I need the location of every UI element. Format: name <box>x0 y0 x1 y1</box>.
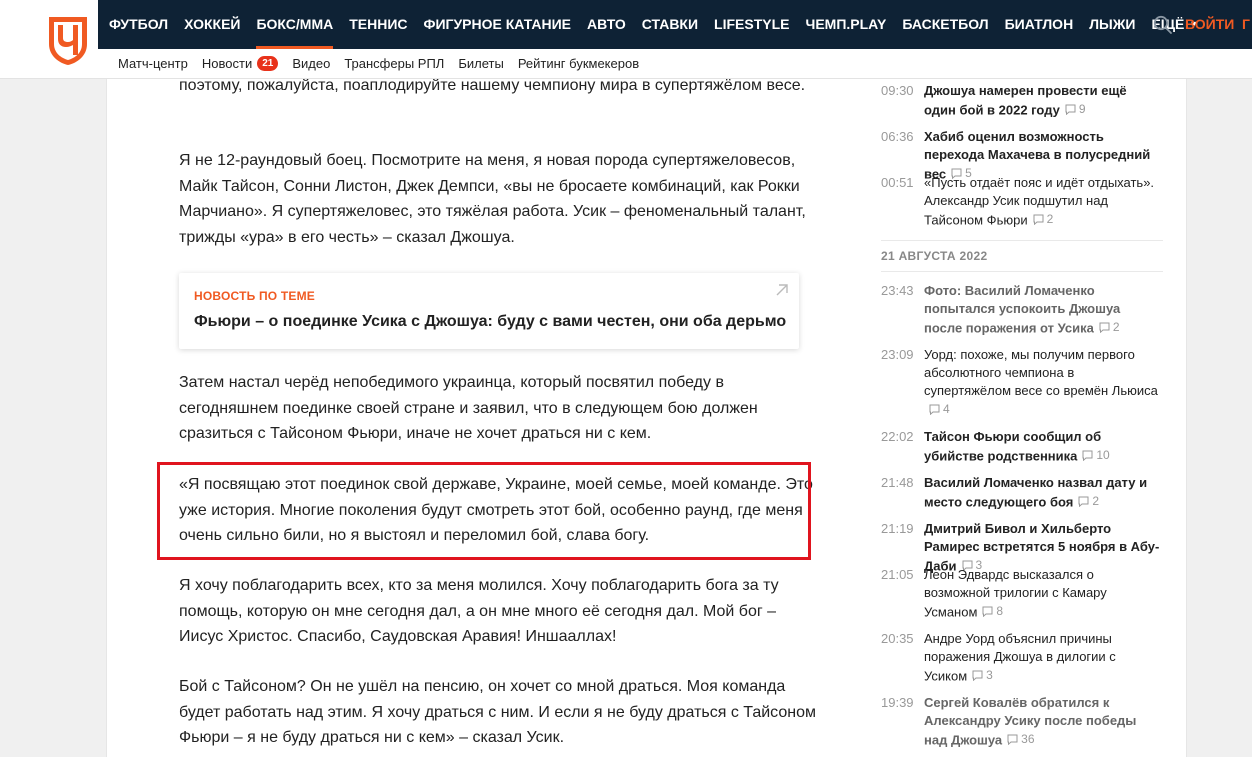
news-title[interactable]: Андре Уорд объяснил причины поражения Дж… <box>924 630 1162 686</box>
news-title[interactable]: Тайсон Фьюри сообщил об убийстве родстве… <box>924 428 1162 466</box>
divider <box>881 240 1163 241</box>
divider <box>881 271 1163 272</box>
related-news-title[interactable]: Фьюри – о поединке Усика с Джошуа: буду … <box>194 313 786 331</box>
news-title-text: Василий Ломаченко назвал дату и место сл… <box>924 475 1148 510</box>
nav-football[interactable]: ФУТБОЛ <box>109 0 168 49</box>
news-title[interactable]: Леон Эдвардс высказался о возможной трил… <box>924 566 1162 622</box>
comment-count-value: 9 <box>1078 102 1086 116</box>
comment-icon <box>1099 322 1110 333</box>
subnav-match-center[interactable]: Матч-центр <box>118 56 188 71</box>
nav-champ-play[interactable]: ЧЕМП.PLAY <box>806 0 887 49</box>
related-news-card[interactable]: НОВОСТЬ ПО ТЕМЕ Фьюри – о поединке Усика… <box>179 273 799 349</box>
comment-count-value: 36 <box>1021 732 1035 746</box>
subnav-news-label: Новости <box>201 55 253 71</box>
nav-lifestyle[interactable]: LIFESTYLE <box>714 0 789 49</box>
subnav-tickets[interactable]: Билеты <box>458 56 503 71</box>
news-title-text: Фото: Василий Ломаченко попытался успоко… <box>924 283 1121 336</box>
news-time: 19:39 <box>881 695 914 710</box>
comment-icon <box>1078 496 1089 507</box>
site-header: ФУТБОЛ ХОККЕЙ БОКС/ММА ТЕННИС ФИГУРНОЕ К… <box>0 0 1252 79</box>
main-nav: ФУТБОЛ ХОККЕЙ БОКС/ММА ТЕННИС ФИГУРНОЕ К… <box>98 0 1252 49</box>
news-time: 00:51 <box>881 175 914 190</box>
comment-icon <box>1082 450 1093 461</box>
nav-tennis[interactable]: ТЕННИС <box>349 0 407 49</box>
news-time: 21:19 <box>881 521 914 536</box>
comment-count[interactable]: 9 <box>1065 100 1086 118</box>
comment-count-value: 2 <box>1092 494 1100 508</box>
comment-count-value: 10 <box>1096 448 1110 462</box>
related-news-label: НОВОСТЬ ПО ТЕМЕ <box>194 289 315 303</box>
news-title[interactable]: Уорд: похоже, мы получим первого абсолют… <box>924 346 1162 420</box>
news-title[interactable]: Сергей Ковалёв обратился к Александру Ус… <box>924 694 1162 750</box>
nav-auto[interactable]: АВТО <box>587 0 626 49</box>
comment-icon <box>1007 734 1018 745</box>
comment-count[interactable]: 2 <box>1033 210 1054 228</box>
article-paragraph: Бой с Тайсоном? Он не ушёл на пенсию, он… <box>179 678 816 746</box>
news-time: 22:02 <box>881 429 914 444</box>
comment-count[interactable]: 8 <box>982 602 1003 620</box>
login-button[interactable]: ВОЙТИ <box>1185 0 1234 49</box>
news-time: 21:48 <box>881 475 914 490</box>
comment-count-value: 2 <box>1112 320 1120 334</box>
news-time: 09:30 <box>881 83 914 98</box>
comment-count[interactable]: 36 <box>1007 730 1035 748</box>
comment-icon <box>982 606 993 617</box>
news-time: 23:09 <box>881 347 914 362</box>
external-arrow-icon <box>776 284 788 296</box>
content-card: поэтому, пожалуйста, поаплодируйте нашем… <box>106 79 1187 757</box>
article-paragraph: Я хочу поблагодарить всех, кто за меня м… <box>179 577 779 645</box>
comment-count[interactable]: 10 <box>1082 446 1110 464</box>
nav-hockey[interactable]: ХОККЕЙ <box>184 0 240 49</box>
comment-count-value: 3 <box>986 668 993 682</box>
comment-icon <box>972 670 983 681</box>
news-feed-sidebar: 21 АВГУСТА 2022 09:30 Джошуа намерен пров… <box>881 79 1163 757</box>
sub-nav: Матч-центр Новости 21 Видео Трансферы РПЛ… <box>118 52 653 74</box>
article-paragraph: Затем настал черёд непобедимого украинца… <box>179 374 758 442</box>
nav-boxing-mma[interactable]: БОКС/ММА <box>256 0 333 49</box>
news-title[interactable]: Джошуа намерен провести ещё один бой в 2… <box>924 82 1162 120</box>
nav-ski[interactable]: ЛЫЖИ <box>1089 0 1135 49</box>
news-title[interactable]: «Пусть отдаёт пояс и идёт отдыхать». Але… <box>924 174 1162 230</box>
comment-icon <box>929 404 940 415</box>
news-time: 23:43 <box>881 283 914 298</box>
nav-biathlon[interactable]: БИАТЛОН <box>1005 0 1074 49</box>
comment-count-value: 4 <box>943 402 950 416</box>
news-count-badge: 21 <box>257 55 279 71</box>
comment-icon <box>1065 104 1076 115</box>
news-title-text: Тайсон Фьюри сообщил об убийстве родстве… <box>924 429 1102 464</box>
subnav-transfers[interactable]: Трансферы РПЛ <box>344 56 444 71</box>
news-title-text: Джошуа намерен провести ещё один бой в 2… <box>924 83 1127 118</box>
news-title[interactable]: Василий Ломаченко назвал дату и место сл… <box>924 474 1162 512</box>
highlight-box <box>157 462 811 560</box>
subnav-news[interactable]: Новости 21 <box>201 55 279 71</box>
news-time: 21:05 <box>881 567 914 582</box>
news-title-text: Андре Уорд объяснил причины поражения Дж… <box>924 631 1116 684</box>
news-title[interactable]: Фото: Василий Ломаченко попытался успоко… <box>924 282 1162 338</box>
article-paragraph: Я не 12-раундовый боец. Посмотрите на ме… <box>179 152 806 246</box>
comment-count-value: 2 <box>1046 212 1054 226</box>
comment-count[interactable]: 4 <box>929 400 950 418</box>
news-time: 20:35 <box>881 631 914 646</box>
news-title-text: Леон Эдвардс высказался о возможной трил… <box>924 567 1107 620</box>
comment-icon <box>1033 214 1044 225</box>
search-icon[interactable] <box>1153 15 1173 35</box>
comment-count[interactable]: 2 <box>1078 492 1099 510</box>
article-paragraph: поэтому, пожалуйста, поаплодируйте нашем… <box>179 79 806 94</box>
register-button-cut[interactable]: Г <box>1242 0 1250 49</box>
subnav-bookmaker-rating[interactable]: Рейтинг букмекеров <box>518 56 639 71</box>
comment-count[interactable]: 3 <box>972 666 993 684</box>
championat-logo[interactable] <box>46 14 90 66</box>
news-title-text: Уорд: похоже, мы получим первого абсолют… <box>924 347 1158 398</box>
nav-figure-skating[interactable]: ФИГУРНОЕ КАТАНИЕ <box>424 0 571 49</box>
news-time: 06:36 <box>881 129 914 144</box>
date-header: 21 АВГУСТА 2022 <box>881 249 988 263</box>
subnav-video[interactable]: Видео <box>292 56 330 71</box>
nav-basketball[interactable]: БАСКЕТБОЛ <box>902 0 988 49</box>
nav-bets[interactable]: СТАВКИ <box>642 0 698 49</box>
comment-count-value: 8 <box>996 604 1004 618</box>
comment-count[interactable]: 2 <box>1099 318 1120 336</box>
